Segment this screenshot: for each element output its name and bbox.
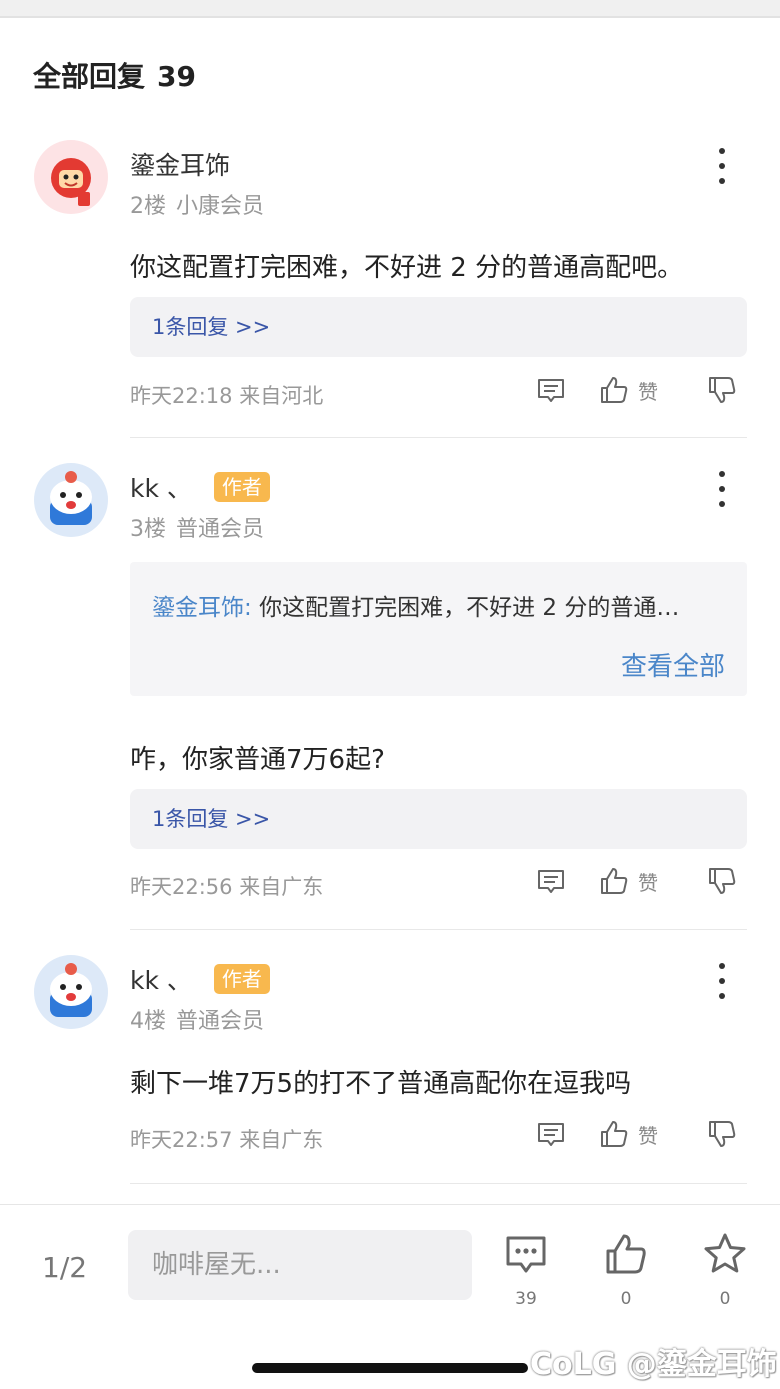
reply-button[interactable]	[535, 374, 567, 406]
thumbs-down-icon	[709, 377, 736, 403]
time-location: 昨天22:57 来自广东	[130, 1128, 324, 1152]
member-level: 普通会员	[176, 1009, 265, 1034]
reply-button[interactable]	[535, 1118, 567, 1150]
floor-meta: 4楼 普通会员	[130, 1003, 264, 1035]
comment-bubble-icon	[506, 1236, 546, 1273]
floor-meta: 3楼 普通会员	[130, 511, 264, 543]
comment-footer: 昨天22:57 来自广东 赞	[130, 1118, 747, 1158]
reply-button[interactable]	[535, 865, 567, 897]
username[interactable]: 鎏金耳饰	[130, 146, 230, 182]
divider	[130, 929, 747, 930]
comment-text: 你这配置打完困难，不好进 2 分的普通高配吧。	[130, 253, 684, 283]
comment-icon	[538, 870, 564, 893]
avatar-red-character-icon	[34, 140, 108, 214]
more-options-icon[interactable]	[712, 471, 732, 507]
time-location: 昨天22:18 来自河北	[130, 384, 324, 408]
thumbs-down-icon	[709, 868, 736, 894]
quote-author[interactable]: 鎏金耳饰:	[152, 595, 252, 621]
bottom-bar: 1/2 39 0 0 CoLG @鎏金耳饰	[0, 1204, 780, 1389]
avatar-blue-character-icon	[34, 463, 108, 537]
name-row: kk 、 作者	[130, 961, 270, 997]
home-indicator[interactable]	[252, 1363, 528, 1373]
name-row: kk 、 作者	[130, 469, 270, 505]
dislike-button[interactable]	[706, 374, 738, 406]
like-post-button[interactable]: 0	[596, 1231, 656, 1309]
divider	[130, 437, 747, 438]
username[interactable]: kk 、	[130, 469, 192, 505]
avatar[interactable]	[34, 463, 108, 537]
section-title: 全部回复 39	[33, 55, 196, 95]
reply-count: 39	[157, 60, 196, 93]
like-button[interactable]: 赞	[598, 1118, 658, 1150]
comment-footer: 昨天22:18 来自河北 赞	[130, 374, 747, 414]
dislike-button[interactable]	[706, 1118, 738, 1150]
member-level: 小康会员	[176, 194, 265, 219]
name-row: 鎏金耳饰	[130, 146, 230, 182]
author-badge: 作者	[213, 964, 270, 994]
divider	[130, 1183, 747, 1184]
comment-text: 剩下一堆7万5的打不了普通高配你在逗我吗	[130, 1069, 632, 1099]
avatar[interactable]	[34, 140, 108, 214]
thumbs-up-icon	[606, 1234, 646, 1274]
favorite-count: 0	[719, 1289, 731, 1309]
like-label: 赞	[638, 379, 658, 404]
member-level: 普通会员	[176, 517, 265, 542]
like-label: 赞	[638, 870, 658, 895]
comment-icon	[538, 379, 564, 402]
dislike-button[interactable]	[706, 865, 738, 897]
star-icon	[704, 1233, 746, 1273]
like-count: 0	[620, 1289, 632, 1309]
page-indicator[interactable]: 1/2	[42, 1251, 87, 1284]
floor-number: 2楼	[130, 194, 166, 219]
time-location: 昨天22:56 来自广东	[130, 875, 324, 899]
username[interactable]: kk 、	[130, 961, 192, 997]
favorite-button[interactable]: 0	[695, 1231, 755, 1309]
like-button[interactable]: 赞	[598, 865, 658, 897]
thumbs-up-icon	[601, 1121, 628, 1147]
quoted-comment[interactable]: 鎏金耳饰: 你这配置打完困难，不好进 2 分的普通… 查看全部	[130, 562, 747, 696]
author-badge: 作者	[213, 472, 270, 502]
more-options-icon[interactable]	[712, 963, 732, 999]
comments-button[interactable]: 39	[496, 1231, 556, 1309]
thumbs-down-icon	[709, 1121, 736, 1147]
comment-icon	[538, 1123, 564, 1146]
replies-link[interactable]: 1条回复 >>	[130, 297, 747, 357]
replies-link[interactable]: 1条回复 >>	[130, 789, 747, 849]
section-title-label: 全部回复	[33, 60, 146, 93]
comment-text: 咋，你家普通7万6起?	[130, 745, 385, 775]
thumbs-up-icon	[601, 377, 628, 403]
like-label: 赞	[638, 1123, 658, 1148]
reply-input[interactable]	[128, 1230, 472, 1300]
comment-footer: 昨天22:56 来自广东 赞	[130, 865, 747, 905]
avatar[interactable]	[34, 955, 108, 1029]
comment-count: 39	[515, 1289, 537, 1309]
more-options-icon[interactable]	[712, 148, 732, 184]
top-edge	[0, 0, 780, 18]
view-all-link[interactable]: 查看全部	[621, 646, 725, 683]
like-button[interactable]: 赞	[598, 374, 658, 406]
thumbs-up-icon	[601, 868, 628, 894]
floor-number: 3楼	[130, 517, 166, 542]
watermark: CoLG @鎏金耳饰	[530, 1347, 777, 1382]
floor-number: 4楼	[130, 1009, 166, 1034]
quote-line: 鎏金耳饰: 你这配置打完困难，不好进 2 分的普通…	[152, 588, 679, 622]
quote-text: 你这配置打完困难，不好进 2 分的普通…	[259, 595, 680, 621]
avatar-blue-character-icon	[34, 955, 108, 1029]
floor-meta: 2楼 小康会员	[130, 188, 264, 220]
